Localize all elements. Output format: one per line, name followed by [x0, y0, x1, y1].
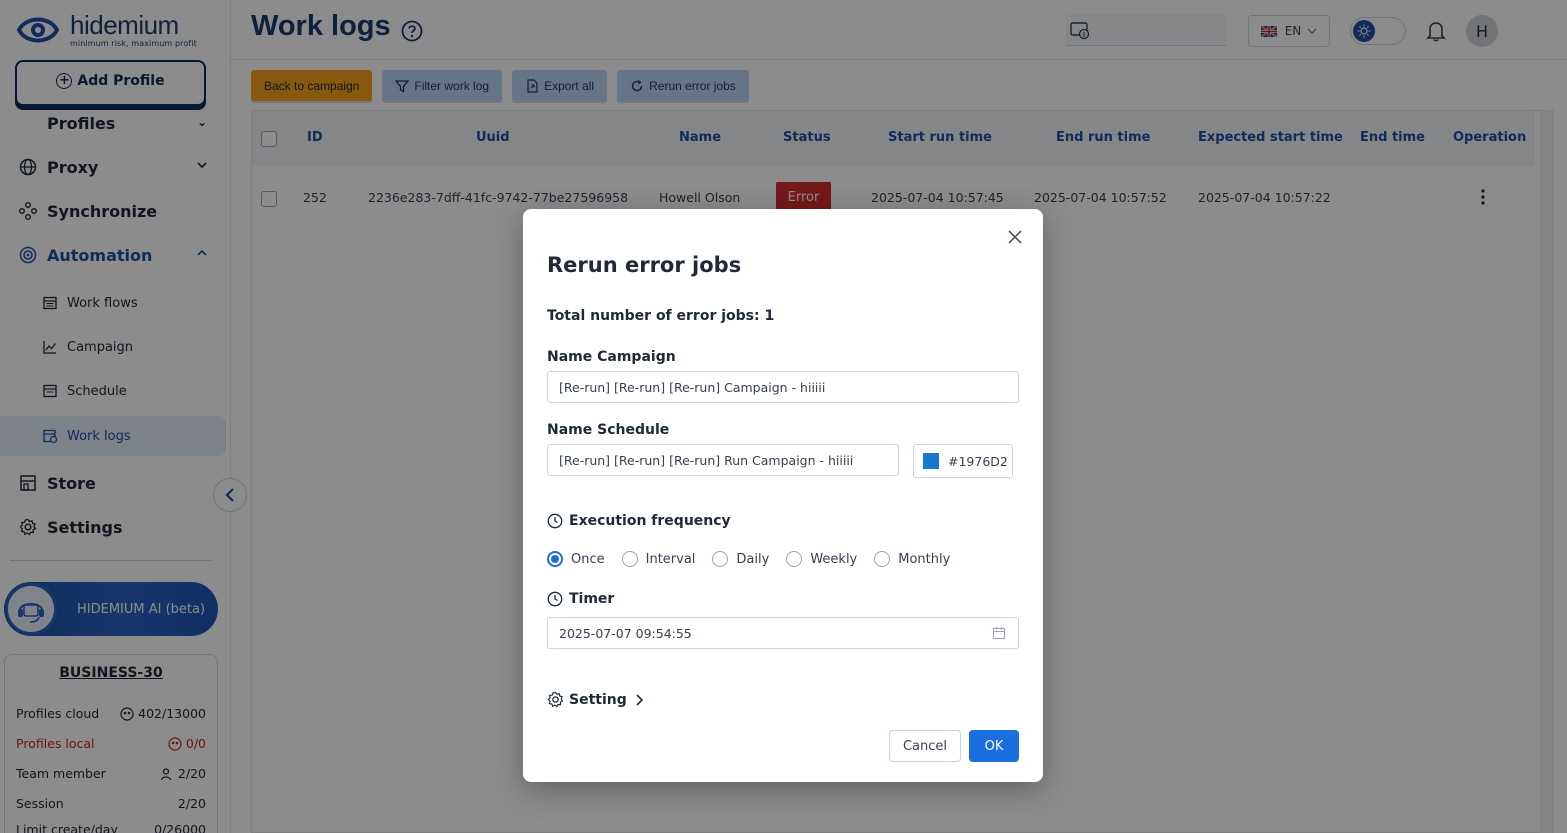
radio-label: Once — [571, 551, 605, 567]
radio-monthly[interactable]: Monthly — [874, 551, 950, 567]
chevron-right-icon — [636, 693, 643, 706]
cancel-button[interactable]: Cancel — [889, 730, 961, 762]
ok-button[interactable]: OK — [969, 730, 1019, 762]
radio-weekly[interactable]: Weekly — [786, 551, 857, 567]
radio-label: Interval — [645, 551, 696, 567]
setting-expander[interactable]: Setting — [547, 691, 648, 708]
timer-value: 2025-07-07 09:54:55 — [559, 625, 692, 641]
clock-icon — [547, 513, 563, 529]
gear-icon — [547, 691, 564, 708]
campaign-name-label: Name Campaign — [547, 349, 676, 365]
schedule-name-input[interactable] — [547, 444, 899, 476]
radio-dot — [621, 551, 638, 567]
color-value: #1976D2 — [948, 453, 1008, 469]
radio-once[interactable]: Once — [547, 551, 605, 567]
radio-dot — [547, 551, 563, 567]
radio-dot — [874, 551, 891, 567]
schedule-name-label: Name Schedule — [547, 422, 670, 438]
timer-label: Timer — [569, 591, 615, 607]
radio-interval[interactable]: Interval — [621, 551, 696, 567]
campaign-name-input[interactable] — [547, 371, 1019, 403]
radio-dot — [786, 551, 803, 567]
radio-daily[interactable]: Daily — [712, 551, 769, 567]
clock-icon — [547, 591, 563, 607]
timer-heading: Timer — [547, 591, 614, 607]
radio-dot — [712, 551, 729, 567]
total-error-jobs: Total number of error jobs: 1 — [547, 308, 775, 324]
radio-label: Monthly — [898, 551, 951, 567]
radio-label: Weekly — [810, 551, 858, 567]
radio-label: Daily — [736, 551, 770, 567]
rerun-error-jobs-dialog: Rerun error jobs Total number of error j… — [523, 209, 1043, 782]
setting-label: Setting — [569, 691, 627, 708]
schedule-color-picker[interactable]: #1976D2 — [913, 444, 1013, 478]
execution-frequency-label: Execution frequency — [569, 513, 731, 529]
execution-frequency-heading: Execution frequency — [547, 513, 731, 529]
timer-date-picker[interactable]: 2025-07-07 09:54:55 — [547, 617, 1019, 649]
calendar-icon — [992, 627, 1006, 640]
close-icon[interactable] — [1007, 229, 1023, 245]
frequency-radio-group: Once Interval Daily Weekly Monthly — [547, 551, 967, 567]
color-swatch — [923, 453, 939, 469]
dialog-title: Rerun error jobs — [547, 253, 742, 277]
